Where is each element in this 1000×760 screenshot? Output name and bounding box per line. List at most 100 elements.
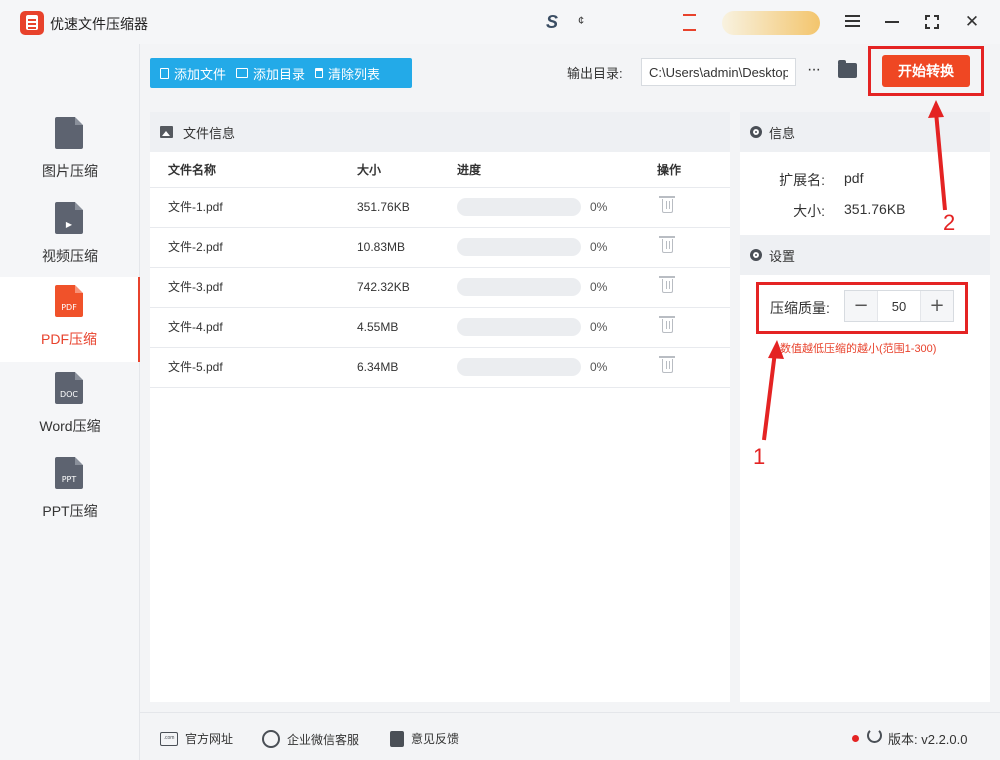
wechat-support-link[interactable]: 企业微信客服: [262, 730, 359, 748]
settings-title: 设置: [769, 248, 796, 264]
col-name: 文件名称: [168, 163, 217, 177]
open-folder-icon[interactable]: [838, 60, 857, 78]
sidebar-item-pdf[interactable]: PDF PDF压缩: [0, 277, 140, 362]
size-value: 351.76KB: [844, 201, 906, 217]
gear-icon: [750, 126, 762, 138]
delete-file-icon[interactable]: [659, 236, 675, 253]
clear-list-label: 清除列表: [328, 66, 381, 82]
ext-value: pdf: [844, 170, 864, 186]
file-size: 4.55MB: [357, 320, 399, 334]
sidebar-item-label: 视频压缩: [42, 248, 98, 264]
sidebar-item-video[interactable]: ▶ 视频压缩: [0, 194, 140, 279]
feedback-link[interactable]: 意见反馈: [390, 730, 459, 747]
file-size: 6.34MB: [357, 360, 399, 374]
footer: .com 官方网址 企业微信客服 意见反馈 版本: v2.2.0.0: [140, 712, 1000, 760]
wechat-label: 企业微信客服: [287, 732, 360, 747]
progress-percent: 0%: [590, 360, 608, 374]
video-file-icon: ▶: [55, 202, 83, 234]
chat-icon: [262, 730, 280, 748]
progress-percent: 0%: [590, 320, 608, 334]
promo-red-icon[interactable]: [683, 14, 696, 31]
minimize-icon[interactable]: [882, 12, 902, 32]
promo-s-icon[interactable]: S: [546, 12, 558, 33]
col-size: 大小: [357, 163, 382, 177]
delete-file-icon[interactable]: [659, 316, 675, 333]
delete-file-icon[interactable]: [659, 356, 675, 373]
file-icon: [160, 67, 169, 79]
progress-percent: 0%: [590, 240, 608, 254]
output-dir-input[interactable]: [641, 58, 796, 86]
pdf-file-icon: PDF: [55, 285, 83, 317]
file-name: 文件-2.pdf: [168, 240, 223, 254]
progress-bar: [457, 238, 581, 256]
file-size: 742.32KB: [357, 280, 410, 294]
progress-bar: [457, 318, 581, 336]
clear-list-button[interactable]: 清除列表: [305, 64, 380, 83]
file-name: 文件-5.pdf: [168, 360, 223, 374]
vip-badge[interactable]: [722, 11, 820, 35]
file-info-title: 文件信息: [183, 125, 236, 141]
file-name: 文件-1.pdf: [168, 200, 223, 214]
trash-icon: [315, 68, 324, 78]
feedback-label: 意见反馈: [411, 732, 460, 746]
output-dir-label: 输出目录:: [567, 66, 623, 81]
progress-bar: [457, 358, 581, 376]
sidebar-item-word[interactable]: DOC Word压缩: [0, 364, 140, 449]
table-row[interactable]: 文件-5.pdf 6.34MB 0%: [150, 348, 730, 388]
maximize-icon[interactable]: [922, 12, 942, 32]
progress-percent: 0%: [590, 280, 608, 294]
size-label: 大小:: [793, 203, 825, 219]
right-panel: 信息 扩展名: pdf 大小: 351.76KB 设置 压缩质量: − + 数值…: [740, 112, 990, 702]
add-folder-button[interactable]: 添加目录: [226, 64, 305, 83]
file-actions-group: 添加文件 添加目录 清除列表: [150, 58, 412, 88]
table-header: 文件名称 大小 进度 操作: [150, 152, 730, 188]
image-file-icon: [55, 117, 83, 149]
update-dot-icon: [852, 735, 859, 742]
add-folder-label: 添加目录: [253, 66, 306, 82]
progress-percent: 0%: [590, 200, 608, 214]
website-link[interactable]: .com 官方网址: [160, 730, 233, 747]
progress-bar: [457, 278, 581, 296]
close-icon[interactable]: ✕: [962, 12, 982, 32]
progress-bar: [457, 198, 581, 216]
file-size: 351.76KB: [357, 200, 410, 214]
sidebar-item-image[interactable]: 图片压缩: [0, 109, 140, 194]
annotation-number-1: 1: [753, 444, 766, 469]
info-title: 信息: [769, 125, 796, 141]
ppt-file-icon: PPT: [55, 457, 83, 489]
file-name: 文件-4.pdf: [168, 320, 223, 334]
promo-text-icon: ¢: [578, 15, 585, 27]
website-label: 官方网址: [185, 732, 234, 746]
highlight-box-quality: [756, 282, 968, 334]
sidebar-item-label: 图片压缩: [42, 163, 98, 179]
gear-icon: [750, 249, 762, 261]
doc-file-icon: DOC: [55, 372, 83, 404]
highlight-box-start: [868, 46, 984, 96]
folder-icon: [236, 68, 249, 78]
quality-hint: 数值越低压缩的越小(范围1-300): [780, 343, 937, 355]
delete-file-icon[interactable]: [659, 276, 675, 293]
sidebar-item-label: PPT压缩: [42, 503, 98, 519]
file-info-panel: 文件信息 文件名称 大小 进度 操作 文件-1.pdf 351.76KB 0% 文件-…: [150, 112, 730, 702]
app-title: 优速文件压缩器: [50, 16, 148, 32]
add-file-button[interactable]: 添加文件: [150, 64, 226, 83]
sidebar-item-ppt[interactable]: PPT PPT压缩: [0, 449, 140, 534]
file-size: 10.83MB: [357, 240, 406, 254]
sidebar: 图片压缩 ▶ 视频压缩 PDF PDF压缩 DOC Word压缩 PPT PPT…: [0, 44, 140, 760]
refresh-icon[interactable]: [867, 728, 882, 743]
sidebar-item-label: PDF压缩: [41, 331, 97, 347]
table-row[interactable]: 文件-3.pdf 742.32KB 0%: [150, 268, 730, 308]
menu-icon[interactable]: [842, 12, 862, 32]
file-name: 文件-3.pdf: [168, 280, 223, 294]
ext-label: 扩展名:: [779, 172, 825, 188]
table-row[interactable]: 文件-1.pdf 351.76KB 0%: [150, 188, 730, 228]
feedback-icon: [390, 730, 404, 747]
table-row[interactable]: 文件-4.pdf 4.55MB 0%: [150, 308, 730, 348]
more-options-icon[interactable]: ···: [807, 61, 821, 79]
sidebar-item-label: Word压缩: [39, 418, 101, 434]
file-info-header: 文件信息: [150, 112, 730, 152]
title-bar: 优速文件压缩器 S ¢ ✕: [0, 0, 1000, 44]
table-row[interactable]: 文件-2.pdf 10.83MB 0%: [150, 228, 730, 268]
web-icon: .com: [160, 731, 178, 746]
delete-file-icon[interactable]: [659, 196, 675, 213]
